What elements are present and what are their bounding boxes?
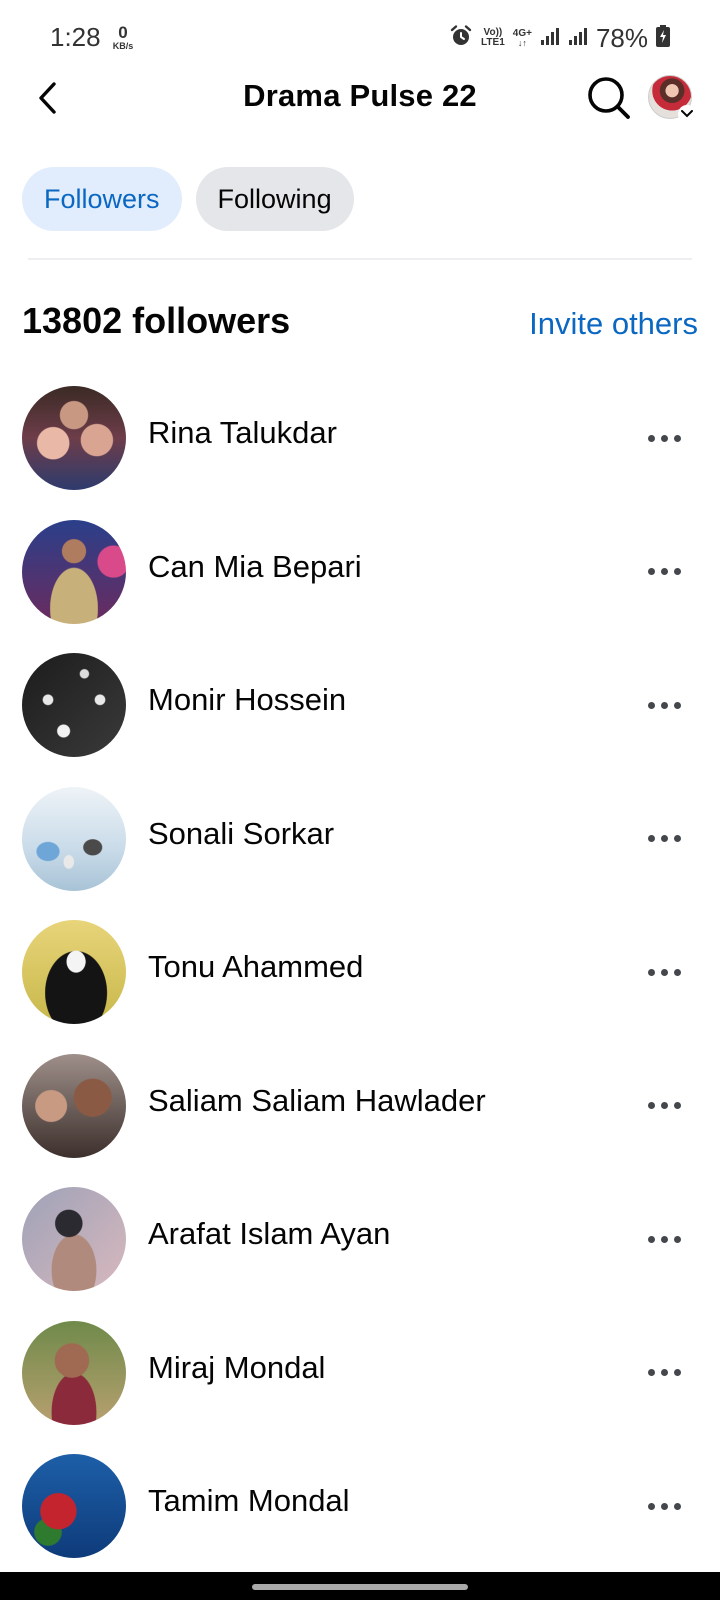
network-speed: 0 KB/s — [108, 24, 138, 51]
list-item[interactable]: Tamim Mondal — [0, 1441, 720, 1575]
more-options-button[interactable] — [636, 1356, 692, 1390]
follower-name: Miraj Mondal — [148, 1349, 326, 1385]
status-time: 1:28 — [50, 22, 101, 52]
list-item[interactable]: Rina Talukdar — [0, 373, 720, 507]
avatar — [22, 653, 126, 757]
list-item[interactable]: Can Mia Bepari — [0, 507, 720, 641]
more-options-button[interactable] — [636, 1222, 692, 1256]
more-options-button[interactable] — [636, 688, 692, 722]
avatar — [22, 920, 126, 1024]
system-navigation-bar — [0, 1572, 720, 1600]
follower-name: Sonali Sorkar — [148, 815, 335, 851]
more-horizontal-icon — [647, 1102, 655, 1109]
network-speed-unit: KB/s — [112, 41, 134, 51]
avatar — [22, 1320, 126, 1425]
follower-name: Tonu Ahammed — [148, 949, 364, 984]
avatar — [22, 1187, 126, 1291]
follower-name: Rina Talukdar — [148, 415, 337, 450]
tab-following[interactable]: Following — [195, 167, 354, 231]
invite-others-link[interactable]: Invite others — [529, 306, 698, 342]
network-type-indicator: 4G+ ↓↑ — [512, 27, 532, 48]
list-item[interactable]: Saliam Saliam Hawlader — [0, 1041, 720, 1175]
alarm-icon — [449, 24, 473, 53]
more-options-button[interactable] — [636, 1089, 692, 1123]
list-item[interactable]: Tonu Ahammed — [0, 907, 720, 1041]
network-speed-value: 0 — [118, 23, 128, 42]
follower-name: Arafat Islam Ayan — [148, 1216, 391, 1251]
more-options-button[interactable] — [636, 555, 692, 589]
follower-name: Tamim Mondal — [148, 1483, 350, 1518]
follow-tabs: Followers Following — [22, 167, 354, 231]
more-horizontal-icon — [647, 701, 655, 709]
divider — [28, 258, 692, 260]
home-indicator[interactable] — [252, 1584, 468, 1590]
battery-percentage: 78% — [595, 22, 648, 53]
avatar — [22, 519, 126, 624]
follower-name: Saliam Saliam Hawlader — [148, 1082, 486, 1118]
list-item[interactable]: Sonali Sorkar — [0, 774, 720, 908]
search-icon — [588, 77, 630, 119]
avatar — [22, 1053, 126, 1158]
more-options-button[interactable] — [636, 822, 692, 856]
more-horizontal-icon — [647, 835, 655, 842]
top-app-bar: Drama Pulse 22 — [0, 70, 720, 156]
more-horizontal-icon — [647, 1502, 655, 1510]
volte-indicator: Vo)) LTE1 — [481, 27, 505, 48]
follower-name: Can Mia Bepari — [148, 548, 362, 584]
list-item[interactable]: Monir Hossein — [0, 640, 720, 774]
search-button[interactable] — [586, 75, 632, 121]
more-options-button[interactable] — [636, 955, 692, 989]
more-horizontal-icon — [647, 434, 655, 442]
signal-icon — [568, 26, 588, 51]
battery-charging-icon — [656, 24, 670, 52]
list-item[interactable]: Arafat Islam Ayan — [0, 1174, 720, 1308]
follower-name: Monir Hossein — [148, 682, 347, 717]
more-horizontal-icon — [647, 968, 655, 976]
status-bar: 1:28 0 KB/s Vo)) LTE1 4G+ ↓↑ 78% — [0, 0, 720, 70]
avatar — [22, 386, 126, 490]
profile-switcher-button[interactable] — [648, 75, 696, 123]
list-item[interactable]: Miraj Mondal — [0, 1308, 720, 1442]
avatar — [22, 786, 126, 891]
avatar — [22, 1454, 126, 1558]
status-indicators: Vo)) LTE1 4G+ ↓↑ 78% — [449, 22, 670, 54]
chevron-down-icon — [678, 105, 696, 123]
tab-followers[interactable]: Followers — [22, 167, 182, 231]
followers-count-title: 13802 followers — [22, 300, 291, 341]
signal-icon — [540, 26, 560, 51]
more-options-button[interactable] — [636, 1489, 692, 1523]
followers-list: Rina Talukdar Can Mia Bepari Monir Hosse… — [0, 373, 720, 1575]
more-horizontal-icon — [647, 1235, 655, 1243]
more-horizontal-icon — [647, 568, 655, 575]
more-horizontal-icon — [647, 1369, 655, 1376]
more-options-button[interactable] — [636, 421, 692, 455]
